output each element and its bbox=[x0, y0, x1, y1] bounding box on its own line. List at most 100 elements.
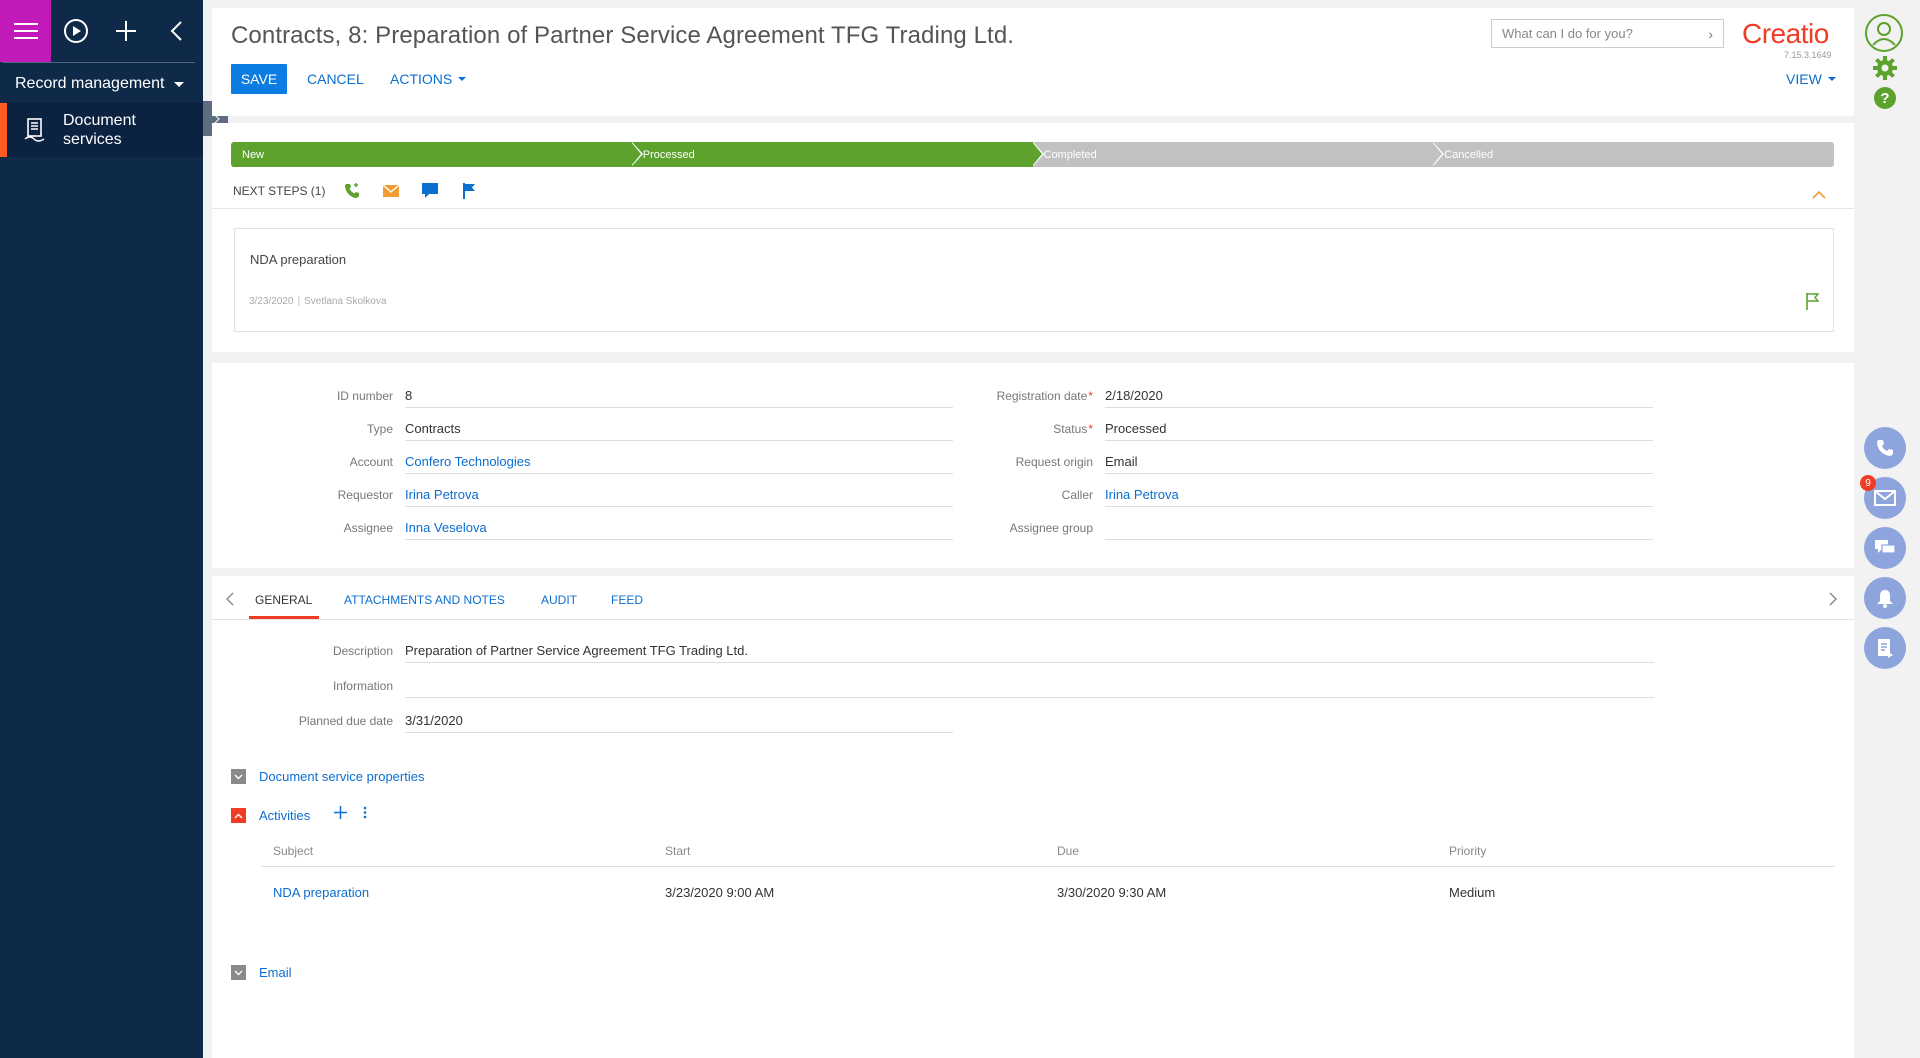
help-button[interactable]: ? bbox=[1873, 86, 1897, 113]
tabs-scroll-right-button[interactable] bbox=[1829, 592, 1837, 609]
sidebar-item-document-services[interactable]: Document services bbox=[0, 103, 203, 157]
collapse-panel-button[interactable] bbox=[151, 0, 201, 62]
field-assignee: Assignee Inna Veselova bbox=[250, 517, 953, 540]
field-label: Request origin bbox=[1015, 455, 1093, 469]
field-id-number: ID number 8 bbox=[250, 385, 953, 408]
column-header-subject[interactable]: Subject bbox=[273, 844, 313, 858]
next-step-meta: 3/23/2020 | Svetlana Skolkova bbox=[249, 296, 387, 307]
chat-bubble-icon bbox=[422, 183, 439, 198]
notifications-panel-button[interactable] bbox=[1864, 577, 1906, 619]
bell-icon bbox=[1877, 590, 1893, 608]
chat-icon bbox=[1875, 540, 1896, 554]
field-account: Account Confero Technologies bbox=[250, 451, 953, 474]
activities-menu-button[interactable] bbox=[363, 806, 367, 822]
add-email-button[interactable] bbox=[379, 184, 403, 197]
collapse-next-steps-button[interactable] bbox=[1812, 187, 1826, 202]
view-button[interactable]: VIEW bbox=[1786, 71, 1836, 87]
tabs-scroll-left-button[interactable] bbox=[226, 592, 234, 609]
tab-attachments-and-notes[interactable]: ATTACHMENTS AND NOTES bbox=[344, 593, 505, 607]
field-label: Registration date* bbox=[996, 389, 1093, 403]
requestor-link[interactable]: Irina Petrova bbox=[405, 484, 953, 507]
main-menu-button[interactable] bbox=[0, 0, 51, 62]
request-origin-field[interactable]: Email bbox=[1105, 451, 1653, 474]
next-steps-label[interactable]: NEXT STEPS (1) bbox=[233, 184, 325, 198]
workplace-selector[interactable]: Record management bbox=[0, 63, 203, 105]
add-activity-button[interactable] bbox=[334, 806, 347, 822]
add-call-button[interactable] bbox=[340, 182, 364, 199]
creatio-logo: Creatio bbox=[1742, 18, 1829, 49]
actions-button[interactable]: ACTIONS bbox=[390, 71, 467, 87]
activity-priority: Medium bbox=[1449, 885, 1496, 900]
expand-icon bbox=[231, 965, 246, 980]
field-label: Information bbox=[332, 679, 393, 693]
detail-label: Document service properties bbox=[259, 769, 425, 784]
activities-toolbar bbox=[334, 806, 367, 822]
complete-task-button[interactable] bbox=[1805, 293, 1820, 313]
stage-label: Cancelled bbox=[1444, 148, 1494, 161]
status-field[interactable]: Processed bbox=[1105, 418, 1653, 441]
column-header-due[interactable]: Due bbox=[1057, 844, 1079, 858]
caller-link[interactable]: Irina Petrova bbox=[1105, 484, 1653, 507]
id-number-field[interactable]: 8 bbox=[405, 385, 953, 408]
stage-processed[interactable]: Processed bbox=[631, 142, 1044, 167]
version-label: 7.15.3.1649 bbox=[1784, 50, 1832, 60]
profile-button[interactable] bbox=[1864, 13, 1904, 56]
detail-activities[interactable]: Activities bbox=[231, 808, 310, 823]
chevron-left-icon bbox=[226, 592, 234, 606]
add-button[interactable] bbox=[101, 0, 151, 62]
field-label: Assignee group bbox=[1009, 521, 1093, 535]
field-label: Planned due date bbox=[298, 714, 393, 728]
settings-button[interactable] bbox=[1873, 56, 1897, 83]
user-profile-icon bbox=[1865, 14, 1903, 52]
next-step-title[interactable]: NDA preparation bbox=[250, 252, 346, 267]
tab-bar: GENERAL ATTACHMENTS AND NOTES AUDIT FEED bbox=[212, 576, 1854, 620]
cancel-button[interactable]: CANCEL bbox=[307, 71, 364, 87]
information-field[interactable] bbox=[405, 675, 1654, 698]
column-header-start[interactable]: Start bbox=[665, 844, 690, 858]
detail-email[interactable]: Email bbox=[231, 965, 292, 980]
field-status: Status* Processed bbox=[950, 418, 1653, 441]
field-request-origin: Request origin Email bbox=[950, 451, 1653, 474]
plus-icon bbox=[116, 21, 136, 41]
detail-document-service-properties[interactable]: Document service properties bbox=[231, 769, 424, 784]
process-panel-button[interactable] bbox=[1864, 627, 1906, 669]
run-process-button[interactable] bbox=[51, 0, 101, 62]
chevron-up-icon bbox=[1812, 190, 1826, 199]
stage-label: New bbox=[242, 148, 265, 161]
column-header-priority[interactable]: Priority bbox=[1449, 844, 1486, 858]
more-vertical-icon bbox=[363, 806, 367, 819]
sidebar-item-label: Document services bbox=[63, 112, 136, 148]
assignee-group-field[interactable] bbox=[1105, 517, 1653, 540]
envelope-icon bbox=[1874, 490, 1896, 506]
type-field[interactable]: Contracts bbox=[405, 418, 953, 441]
field-type: Type Contracts bbox=[250, 418, 953, 441]
planned-due-date-field[interactable]: 3/31/2020 bbox=[405, 710, 953, 733]
caret-down-icon bbox=[174, 81, 185, 87]
add-task-button[interactable] bbox=[457, 182, 481, 199]
stage-completed[interactable]: Completed bbox=[1032, 142, 1445, 167]
chat-panel-button[interactable] bbox=[1864, 527, 1906, 569]
tab-feed[interactable]: FEED bbox=[611, 593, 643, 607]
assignee-link[interactable]: Inna Veselova bbox=[405, 517, 953, 540]
registration-date-field[interactable]: 2/18/2020 bbox=[1105, 385, 1653, 408]
tab-general[interactable]: GENERAL bbox=[255, 593, 312, 607]
stage-label: Processed bbox=[642, 148, 695, 161]
stage-new[interactable]: New bbox=[231, 142, 643, 167]
page-title: Contracts, 8: Preparation of Partner Ser… bbox=[231, 22, 1015, 49]
save-button[interactable]: SAVE bbox=[231, 64, 287, 94]
phone-panel-button[interactable] bbox=[1864, 427, 1906, 469]
tab-audit[interactable]: AUDIT bbox=[541, 593, 577, 607]
stage-cancelled[interactable]: Cancelled bbox=[1433, 142, 1834, 167]
left-panel-toolbar bbox=[0, 0, 203, 62]
workplace-label: Record management bbox=[15, 75, 165, 92]
account-link[interactable]: Confero Technologies bbox=[405, 451, 953, 474]
activity-subject-link[interactable]: NDA preparation bbox=[273, 885, 369, 900]
field-caller: Caller Irina Petrova bbox=[950, 484, 1653, 507]
command-line-input[interactable]: What can I do for you? › bbox=[1491, 19, 1724, 48]
required-marker: * bbox=[1088, 422, 1093, 436]
field-information: Information bbox=[250, 675, 1654, 698]
description-field[interactable]: Preparation of Partner Service Agreement… bbox=[405, 640, 1654, 663]
add-comment-button[interactable] bbox=[418, 183, 442, 198]
right-panel: ? 9 bbox=[1854, 0, 1920, 1058]
field-label: Assignee bbox=[343, 521, 393, 535]
